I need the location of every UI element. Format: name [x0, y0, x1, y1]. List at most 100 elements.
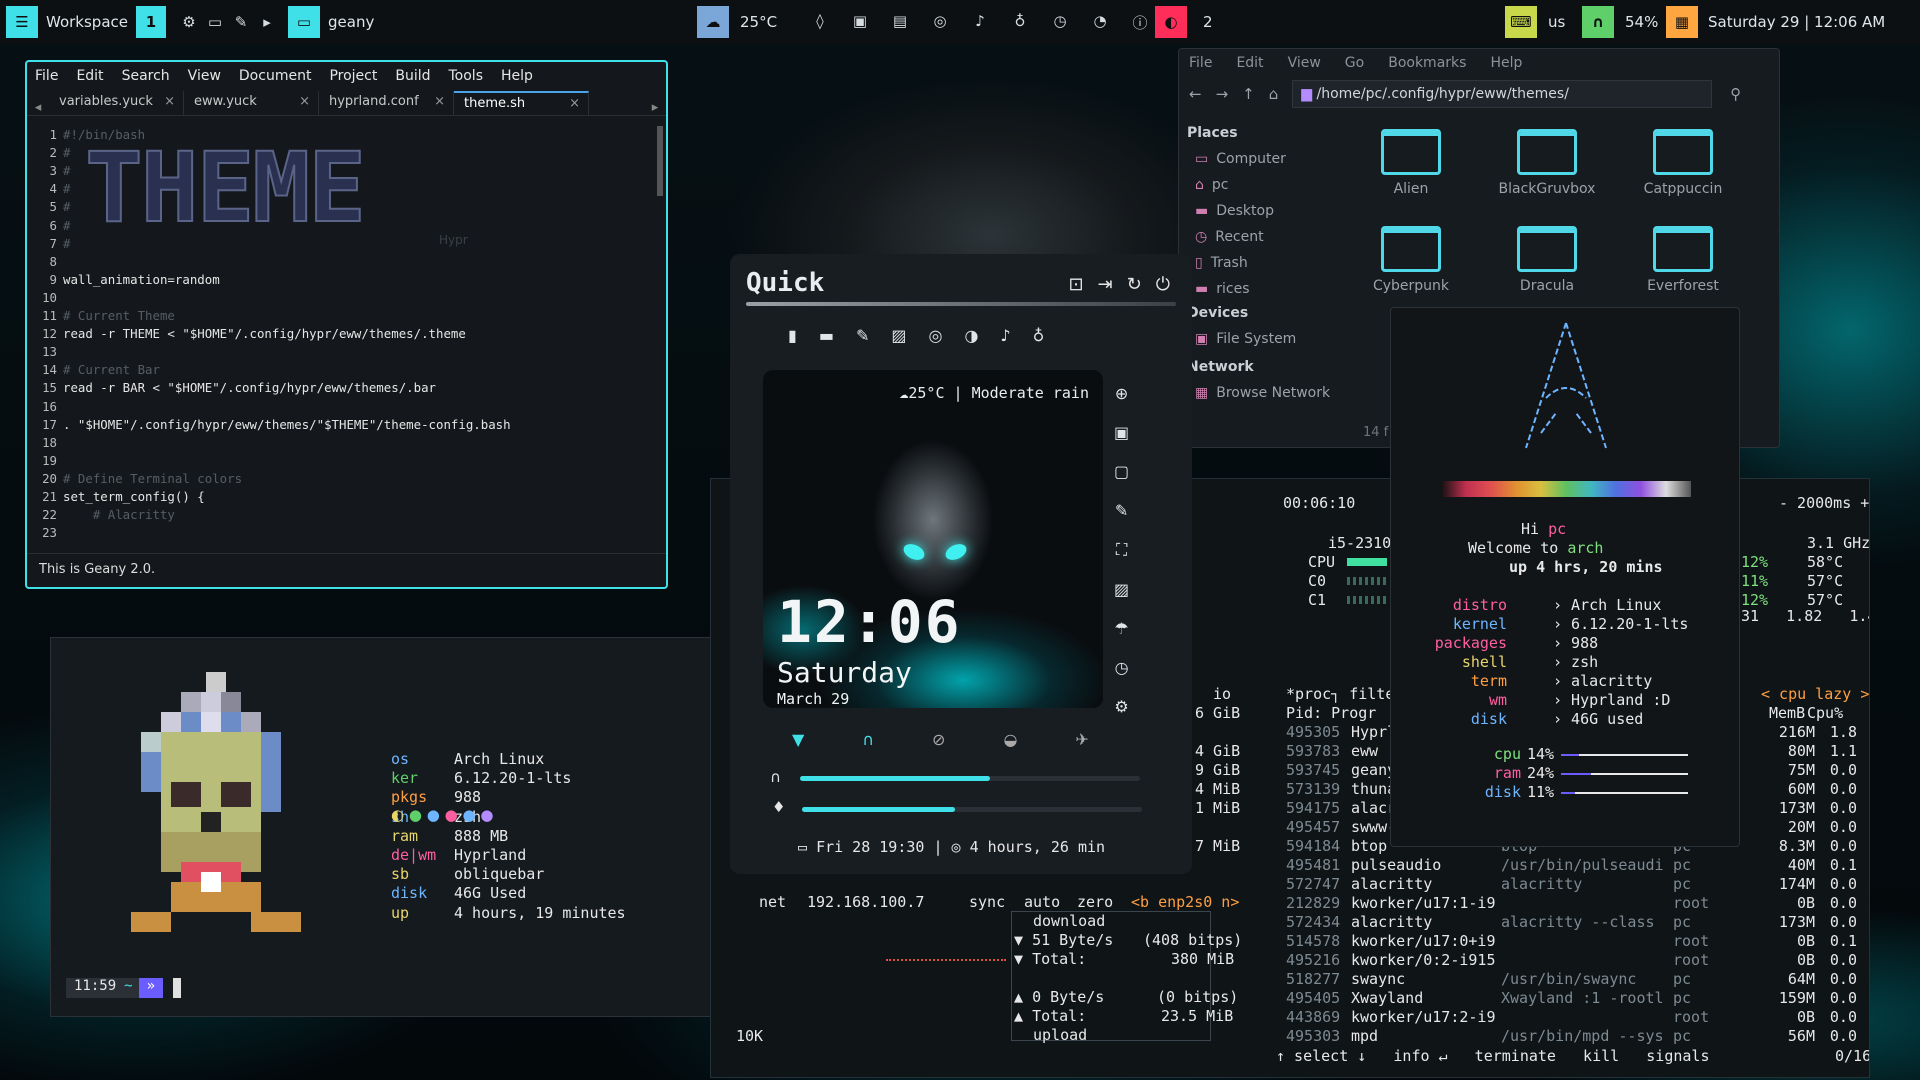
volume-slider[interactable]: [800, 776, 1140, 781]
info-icon[interactable]: ⓘ: [1120, 12, 1160, 33]
notification-icon[interactable]: ◐: [1155, 6, 1187, 38]
close-icon[interactable]: ×: [569, 96, 580, 111]
menu-view[interactable]: View: [188, 68, 221, 84]
reboot-icon[interactable]: ↻: [1127, 274, 1142, 295]
folder-item[interactable]: Everforest: [1623, 226, 1743, 294]
folder-item[interactable]: BlackGruvbox: [1487, 129, 1607, 197]
volume-level[interactable]: 54%: [1617, 13, 1666, 31]
home-icon[interactable]: ⌂: [1269, 85, 1279, 103]
keyboard-layout[interactable]: us: [1540, 13, 1573, 31]
editor-icon[interactable]: ✎: [856, 326, 869, 345]
sidebar-item-trash[interactable]: ▯ Trash: [1195, 255, 1248, 271]
editor-scrollbar[interactable]: [657, 126, 663, 196]
proc-footer[interactable]: ↑ select ↓ info ↵ terminate kill signals: [1276, 1047, 1709, 1066]
dnd-icon[interactable]: ◒: [1003, 730, 1017, 749]
search-icon[interactable]: ⚲: [1730, 85, 1741, 103]
menu-tools[interactable]: Tools: [449, 68, 484, 84]
editor-icon[interactable]: ✎: [228, 13, 254, 31]
timer-icon[interactable]: ◷: [1115, 658, 1129, 677]
sidebar-item-desktop[interactable]: ▬ Desktop: [1195, 203, 1274, 219]
mic-slider[interactable]: [802, 807, 1142, 812]
sidebar-item-recent[interactable]: ◷ Recent: [1195, 229, 1264, 245]
proc-filter[interactable]: filte: [1349, 685, 1394, 703]
fm-menu-view[interactable]: View: [1288, 55, 1321, 71]
close-icon[interactable]: ×: [164, 94, 175, 109]
tab-scroll-right-icon[interactable]: ▸: [644, 100, 666, 115]
screen-record-icon[interactable]: ⊕: [1115, 384, 1128, 403]
fm-menu-file[interactable]: File: [1189, 55, 1212, 71]
folder-item[interactable]: Cyberpunk: [1351, 226, 1471, 294]
idea-icon[interactable]: ♁: [1033, 326, 1045, 345]
folder-item[interactable]: Catppuccin: [1623, 129, 1743, 197]
timer-icon[interactable]: ◷: [1040, 12, 1080, 33]
drop-icon[interactable]: ◊: [800, 12, 840, 33]
menu-icon[interactable]: ☰: [6, 6, 38, 38]
umbrella-icon[interactable]: ☂: [1114, 619, 1128, 638]
screenshot-icon[interactable]: ▣: [1114, 423, 1129, 442]
menu-help[interactable]: Help: [501, 68, 533, 84]
browser-icon[interactable]: ◎: [920, 12, 960, 33]
net-sync[interactable]: sync: [969, 893, 1005, 912]
images-icon[interactable]: ▨: [891, 326, 906, 345]
tab-eww[interactable]: eww.yuck ×: [184, 91, 319, 115]
net-auto[interactable]: auto: [1024, 893, 1060, 912]
menu-build[interactable]: Build: [395, 68, 430, 84]
menu-file[interactable]: File: [35, 68, 58, 84]
up-icon[interactable]: ↑: [1242, 85, 1255, 103]
region-icon[interactable]: ⛶: [1116, 540, 1127, 560]
workspace-number[interactable]: 1: [136, 6, 166, 38]
folder-item[interactable]: Dracula: [1487, 226, 1607, 294]
logout-icon[interactable]: ⇥: [1098, 274, 1113, 295]
menu-project[interactable]: Project: [329, 68, 377, 84]
settings-icon[interactable]: ⚙: [1114, 697, 1128, 716]
wifi-icon[interactable]: ▼: [792, 730, 804, 749]
folder-item[interactable]: Alien: [1351, 129, 1471, 197]
clipboard-icon[interactable]: ▢: [1114, 462, 1129, 481]
menu-edit[interactable]: Edit: [76, 68, 103, 84]
datetime[interactable]: Saturday 29 | 12:06 AM: [1700, 13, 1893, 31]
fm-menu-go[interactable]: Go: [1345, 55, 1364, 71]
tab-theme[interactable]: theme.sh ×: [454, 91, 589, 115]
wallpaper-icon[interactable]: ▨: [1114, 580, 1129, 599]
tab-hyprland[interactable]: hyprland.conf ×: [319, 91, 454, 115]
tab-variables[interactable]: variables.yuck ×: [49, 91, 184, 115]
sidebar-item-rices[interactable]: ▬ rices: [1195, 281, 1249, 297]
gauge-icon[interactable]: ◔: [1080, 12, 1120, 33]
proc-sort[interactable]: < cpu lazy >: [1761, 685, 1869, 704]
fm-menu-bookmarks[interactable]: Bookmarks: [1388, 55, 1466, 71]
power-icon[interactable]: ⏻: [1156, 274, 1170, 295]
sidebar-item-file-system[interactable]: ▣ File System: [1195, 331, 1296, 347]
idea-icon[interactable]: ♁: [1000, 12, 1040, 33]
mic-mute-icon[interactable]: ⊘: [932, 730, 945, 749]
path-bar[interactable]: ▆ /home/pc/.config/hypr/eww/themes/: [1292, 80, 1713, 108]
fetch-terminal[interactable]: os Arch Linux ker 6.12.20-1-lts pkgs 988 sh zsh…: [50, 637, 760, 1017]
settings-icon[interactable]: ⚙: [176, 13, 202, 31]
net-zero[interactable]: zero: [1077, 893, 1113, 912]
airplane-icon[interactable]: ✈: [1075, 730, 1088, 749]
forward-icon[interactable]: →: [1216, 85, 1229, 103]
theme-icon[interactable]: ◑: [964, 326, 978, 345]
bluetooth-headphones-icon[interactable]: ∩: [862, 730, 874, 749]
folder-icon[interactable]: ▬: [819, 326, 834, 345]
music-icon[interactable]: ♪: [960, 12, 1000, 33]
net-iface[interactable]: <b enp2s0 n>: [1131, 893, 1239, 912]
bookmark-icon[interactable]: ▮: [788, 326, 797, 345]
close-icon[interactable]: ×: [299, 94, 310, 109]
fm-menu-help[interactable]: Help: [1490, 55, 1522, 71]
browser-icon[interactable]: ◎: [928, 326, 942, 345]
image-icon[interactable]: ▣: [840, 12, 880, 33]
music-icon[interactable]: ♪: [1000, 326, 1010, 345]
menu-search[interactable]: Search: [122, 68, 170, 84]
neofetch-window[interactable]: Hi pc Welcome to arch up 4 hrs, 20 mins …: [1390, 307, 1740, 847]
color-picker-icon[interactable]: ✎: [1115, 501, 1128, 520]
folder-icon[interactable]: ▭: [202, 13, 228, 31]
terminal-icon[interactable]: ▸: [254, 13, 280, 31]
files-icon[interactable]: ▤: [880, 12, 920, 33]
sidebar-item-browse-network[interactable]: ▦ Browse Network: [1195, 385, 1330, 401]
tab-scroll-left-icon[interactable]: ◂: [27, 100, 49, 115]
menu-document[interactable]: Document: [239, 68, 312, 84]
back-icon[interactable]: ←: [1189, 85, 1202, 103]
sidebar-item-computer[interactable]: ▭ Computer: [1195, 151, 1286, 167]
close-icon[interactable]: ×: [434, 94, 445, 109]
btop-interval[interactable]: - 2000ms +: [1779, 494, 1869, 513]
